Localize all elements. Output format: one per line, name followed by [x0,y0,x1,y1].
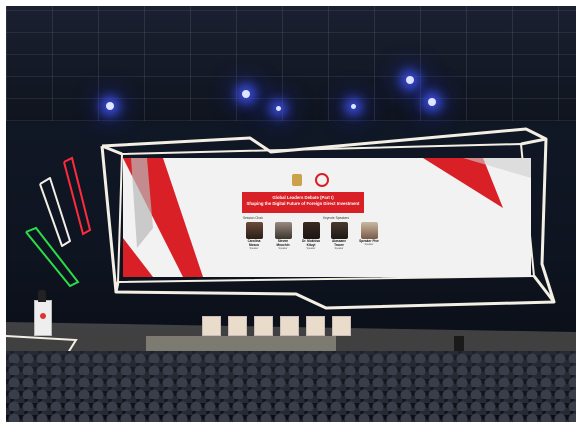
speaker-card: Steven Mnuchin Speaker [273,222,293,250]
panel-chair [228,316,247,336]
speaker-card: Alassane Traore Speaker [329,222,349,250]
speaker-role: Speaker [278,247,288,250]
speaker-photo [360,222,378,239]
session-chair-label: Session Chair [243,216,263,220]
lectern [34,300,52,336]
event-photo: Global Leaders Debate (Part I) Shaping t… [6,6,576,422]
speaker-card: Speaker Five Speaker [359,222,379,246]
speaker-name: Steven Mnuchin [276,239,290,247]
panel-chair [280,316,299,336]
panel-chair [332,316,351,336]
speaker-name: Dr. Mukhisa Kituyi [302,239,320,247]
slide-title: Global Leaders Debate (Part I) Shaping t… [242,192,364,213]
audience [6,351,576,422]
keynote-speakers-label: Keynote Speakers [323,216,350,220]
speaker-card: Dr. Mukhisa Kituyi Speaker [301,222,321,250]
speaker-role: Speaker [249,247,259,250]
speaker-role: Speaker [334,247,344,250]
panel-chair [306,316,325,336]
uae-emblem [292,174,302,186]
speaker-photo [245,222,263,239]
speaker-photo [302,222,320,239]
speaker-role: Speaker [364,243,374,246]
speaker-photo [330,222,348,239]
event-logo [315,173,329,187]
speaker-photo [274,222,292,239]
lectern-logo [40,313,46,319]
speaker-card: Carolina Mosca Speaker [244,222,264,250]
presentation-screen: Global Leaders Debate (Part I) Shaping t… [123,158,531,277]
speaker-name: Alassane Traore [332,239,346,247]
speaker-role: Speaker [306,247,316,250]
panel-chair [202,316,221,336]
speaker-at-lectern [38,290,46,302]
speaker-name: Carolina Mosca [247,239,261,247]
panel-chair [254,316,273,336]
